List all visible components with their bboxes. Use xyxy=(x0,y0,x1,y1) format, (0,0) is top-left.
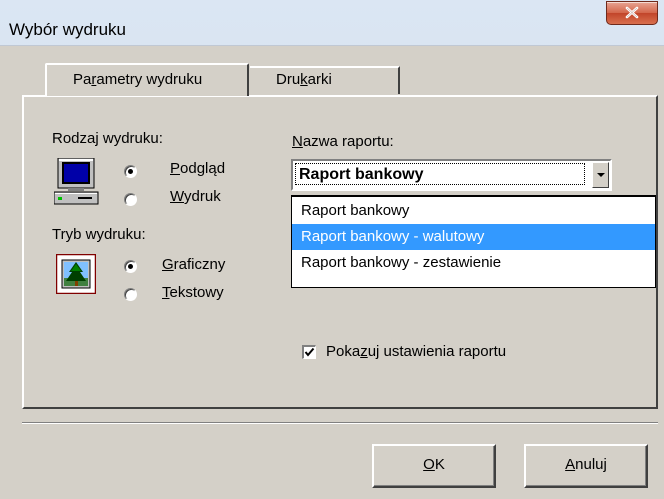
text-radio[interactable] xyxy=(124,288,137,301)
list-item-selected[interactable]: Raport bankowy - walutowy xyxy=(292,224,655,250)
close-button[interactable] xyxy=(606,1,658,25)
show-settings-checkbox[interactable] xyxy=(302,345,316,359)
graphic-radio[interactable] xyxy=(124,260,137,273)
tab-label: Drukarki xyxy=(276,71,332,88)
report-name-label: Nazwa raportu: xyxy=(292,133,394,150)
text-radio-label[interactable]: Tekstowy xyxy=(162,284,224,301)
report-name-combo[interactable]: Raport bankowy xyxy=(291,159,612,191)
title-bar[interactable]: Wybór wydruku xyxy=(0,0,664,44)
tab-label: Parametry wydruku xyxy=(73,71,203,88)
ok-button[interactable]: OK xyxy=(372,444,496,488)
tab-printers[interactable]: Drukarki xyxy=(250,66,400,94)
check-icon xyxy=(304,347,315,357)
chevron-down-icon[interactable] xyxy=(592,162,609,188)
print-radio-label[interactable]: Wydruk xyxy=(170,188,221,205)
report-name-dropdown: Raport bankowy Raport bankowy - walutowy… xyxy=(291,196,656,288)
computer-icon xyxy=(54,158,99,205)
print-mode-label: Tryb wydruku: xyxy=(52,226,146,243)
cancel-button[interactable]: Anuluj xyxy=(524,444,648,488)
preview-radio-label[interactable]: Podgląd xyxy=(170,160,225,177)
show-settings-label[interactable]: Pokazuj ustawienia raportu xyxy=(326,343,506,360)
separator-line xyxy=(22,422,658,424)
window-title: Wybór wydruku xyxy=(9,20,126,39)
dialog-window: Wybór wydruku Parametry wydruku Drukarki… xyxy=(0,0,664,499)
graphic-radio-label[interactable]: Graficzny xyxy=(162,256,225,273)
tab-print-parameters[interactable]: Parametry wydruku xyxy=(45,63,249,96)
preview-radio[interactable] xyxy=(124,165,137,178)
list-item[interactable]: Raport bankowy - zestawienie xyxy=(292,250,655,276)
report-name-value: Raport bankowy xyxy=(299,166,424,183)
print-radio[interactable] xyxy=(124,193,137,206)
close-icon xyxy=(625,6,639,19)
list-item[interactable]: Raport bankowy xyxy=(292,198,655,224)
tree-image-icon xyxy=(56,254,96,294)
print-type-label: Rodzaj wydruku: xyxy=(52,130,163,147)
